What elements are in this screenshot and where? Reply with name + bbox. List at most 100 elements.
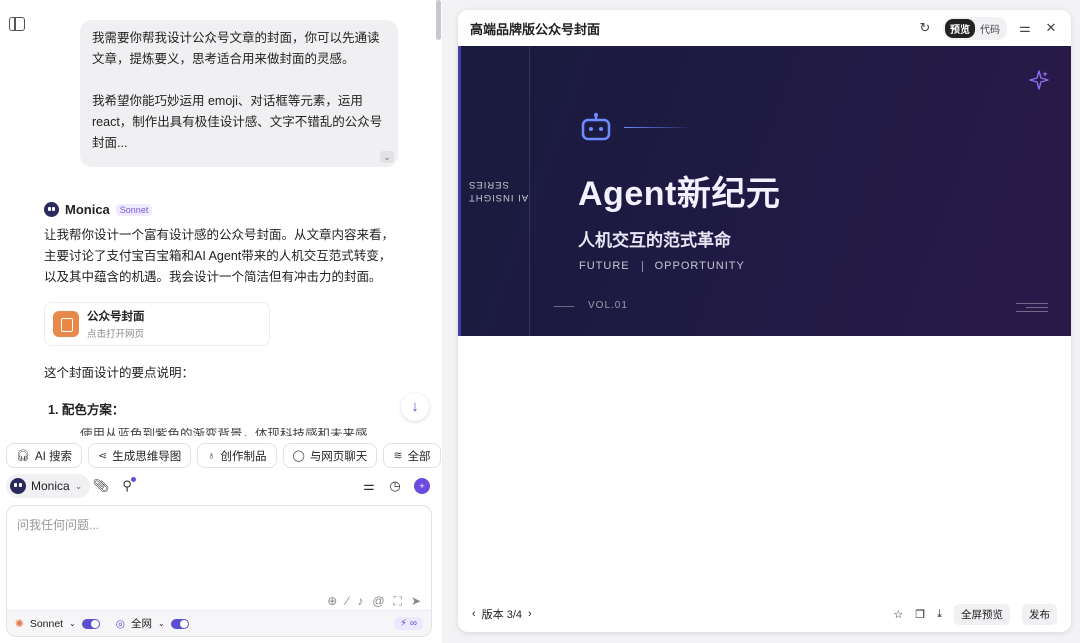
settings-sliders-icon[interactable]: ⚌ — [1017, 20, 1033, 36]
unlimited-badge-label: ∞ — [409, 618, 417, 629]
tool-chips: 🎧︎ AI 搜索 ⋖ 生成思维导图 ♁ 创作制品 ◯ 与网页聊天 ≋ 全部 — [6, 443, 441, 468]
artifact-card[interactable]: 公众号封面 点击打开网页 — [44, 302, 270, 346]
model-badge: Sonnet — [115, 203, 153, 216]
footer-web-label[interactable]: 全网 — [131, 616, 152, 631]
mention-icon[interactable]: @ — [372, 594, 384, 609]
chip-chat-webpage[interactable]: ◯ 与网页聊天 — [282, 443, 378, 468]
panel-title: 高端品牌版公众号封面 — [470, 21, 601, 37]
version-nav: ‹ 版本 3/4 › — [472, 606, 532, 622]
settings-sliders-icon[interactable]: ⚌ — [360, 477, 378, 495]
chat-pane: 我需要你帮我设计公众号文章的封面，你可以先通读文章，提炼要义，思考适合用来做封面… — [0, 0, 442, 643]
panel-header: 高端品牌版公众号封面 ↻ 预览 代码 ⚌ ✕ — [458, 10, 1071, 46]
chip-ai-search[interactable]: 🎧︎ AI 搜索 — [6, 443, 83, 468]
globe-icon: ◎ — [115, 617, 125, 630]
chevron-down-icon: ⌄ — [74, 480, 83, 491]
refresh-icon[interactable]: ↻ — [917, 20, 933, 36]
tab-preview[interactable]: 预览 — [945, 18, 975, 38]
mindmap-icon: ⋖ — [98, 450, 108, 462]
cover-volume: VOL.01 — [588, 300, 628, 311]
cover-title: Agent新纪元 — [578, 175, 781, 213]
cover-tag: OPPORTUNITY — [654, 260, 745, 272]
bot-selector-label: Monica — [31, 479, 70, 493]
chip-label: 创作制品 — [220, 450, 267, 463]
vol-line — [554, 306, 574, 307]
artifact-preview-panel: 高端品牌版公众号封面 ↻ 预览 代码 ⚌ ✕ AI INSIGHT SERIES… — [458, 10, 1071, 632]
assistant-list-subitem: 使用从蓝色到紫色的渐变背景，体现科技感和未来感 — [80, 428, 368, 436]
input-footer: ✺ Sonnet ⌄ ◎ 全网 ⌄ ⚡ ∞ — [7, 610, 431, 636]
history-icon[interactable]: ◷ — [386, 477, 404, 495]
chip-label: AI 搜索 — [34, 450, 73, 463]
assistant-header: Monica Sonnet — [44, 202, 153, 217]
copy-icon[interactable]: ❐ — [915, 608, 925, 621]
bulb-icon: ♁ — [207, 449, 216, 462]
monica-logo-icon — [44, 202, 59, 217]
tab-code[interactable]: 代码 — [975, 19, 1005, 38]
chip-label: 全部 — [407, 450, 431, 463]
fullscreen-preview-button[interactable]: 全屏预览 — [954, 603, 1010, 625]
publish-button[interactable]: 发布 — [1022, 603, 1057, 625]
chat-scrollbar[interactable] — [436, 0, 441, 40]
robot-accent-line — [624, 127, 692, 128]
scroll-down-arrow-icon[interactable]: ↓ — [401, 393, 429, 421]
cover-preview: AI INSIGHT SERIES Agent新纪元 人机交互的范式革命 FUT… — [458, 46, 1071, 336]
cover-accent-bar — [458, 46, 461, 336]
layers-icon: ≋ — [393, 450, 403, 462]
chip-create-artifact[interactable]: ♁ 创作制品 — [197, 443, 277, 468]
expand-chevron-icon[interactable]: ⌄ — [380, 151, 394, 163]
artifact-title: 公众号封面 — [87, 311, 145, 323]
magic-wand-icon[interactable]: ⁄ — [346, 594, 348, 609]
series-line: SERIES — [468, 179, 509, 190]
model-toggle[interactable] — [81, 618, 100, 629]
download-icon[interactable]: ⤓ — [937, 608, 942, 621]
assistant-list-item: 1. 配色方案： — [48, 403, 125, 417]
sonnet-model-icon: ✺ — [15, 617, 24, 630]
send-icon[interactable]: ➤ — [411, 594, 421, 609]
series-line: AI INSIGHT — [468, 192, 529, 203]
star-icon[interactable]: ☆ — [893, 608, 903, 621]
chip-mindmap[interactable]: ⋖ 生成思维导图 — [88, 443, 192, 468]
cover-subtitle: 人机交互的范式革命 — [578, 231, 731, 250]
input-icons: ⊕ ⁄ ♪ @ ⛶ ➤ — [327, 594, 421, 609]
web-toggle[interactable] — [170, 618, 189, 629]
cover-series-label: AI INSIGHT SERIES — [468, 178, 532, 204]
user-message-paragraph: 我需要你帮我设计公众号文章的封面，你可以先通读文章，提炼要义，思考适合用来做封面… — [92, 31, 380, 66]
robot-icon — [581, 112, 611, 141]
view-toggle: 预览 代码 — [943, 16, 1007, 40]
screenshot-icon[interactable]: ⛶ — [394, 594, 402, 609]
artifact-subtitle: 点击打开网页 — [87, 329, 145, 340]
prompt-bulb-icon[interactable]: ⚲ — [118, 477, 136, 495]
chevron-down-icon: ⌄ — [69, 619, 76, 628]
chip-all[interactable]: ≋ 全部 — [383, 443, 441, 468]
chevron-down-icon: ⌄ — [157, 619, 165, 628]
bot-selector[interactable]: Monica ⌄ — [6, 474, 91, 498]
chip-label: 生成思维导图 — [112, 450, 182, 463]
chat-bubble-icon: ◯ — [292, 450, 305, 462]
microphone-icon[interactable]: ♪ — [357, 594, 363, 609]
footer-model-label[interactable]: Sonnet — [30, 618, 63, 630]
webpage-icon — [53, 311, 79, 337]
cover-tag: FUTURE — [579, 260, 630, 272]
panel-footer: ‹ 版本 3/4 › ☆ ❐ ⤓ 全屏预览 发布 — [458, 596, 1071, 632]
cover-deco-lines — [1016, 303, 1048, 315]
input-toolbar: Monica ⌄ 📎︎ ⚲ ⚌ ◷ + — [6, 474, 432, 498]
close-icon[interactable]: ✕ — [1043, 20, 1059, 36]
monica-logo-icon — [10, 478, 26, 494]
attach-icon[interactable]: 📎︎ — [92, 477, 110, 495]
user-message-bubble: 我需要你帮我设计公众号文章的封面，你可以先通读文章，提炼要义，思考适合用来做封面… — [80, 20, 398, 167]
clock-plus-icon[interactable]: ⊕ — [327, 594, 337, 609]
sparkle-icon — [1029, 70, 1049, 90]
sidebar-toggle-icon[interactable] — [9, 17, 25, 31]
cover-tags: FUTURE OPPORTUNITY — [579, 260, 745, 272]
assistant-name: Monica — [65, 202, 110, 217]
chat-input[interactable] — [17, 516, 417, 586]
new-chat-icon[interactable]: + — [414, 478, 430, 494]
assistant-explain: 这个封面设计的要点说明： — [44, 366, 195, 380]
assistant-intro: 让我帮你设计一个富有设计感的公众号封面。从文章内容来看，主要讨论了支付宝百宝箱和… — [44, 228, 395, 284]
chevron-left-icon[interactable]: ‹ — [472, 608, 476, 620]
user-message-paragraph: 我希望你能巧妙运用 emoji、对话框等元素，运用 react，制作出具有极佳设… — [92, 94, 383, 150]
unlimited-badge[interactable]: ⚡ ∞ — [394, 617, 423, 630]
chevron-right-icon[interactable]: › — [528, 608, 532, 620]
chat-input-box: ⊕ ⁄ ♪ @ ⛶ ➤ ✺ Sonnet ⌄ ◎ 全网 ⌄ ⚡ ∞ — [6, 505, 432, 637]
version-label: 版本 3/4 — [481, 609, 523, 621]
chip-label: 与网页聊天 — [309, 450, 368, 463]
